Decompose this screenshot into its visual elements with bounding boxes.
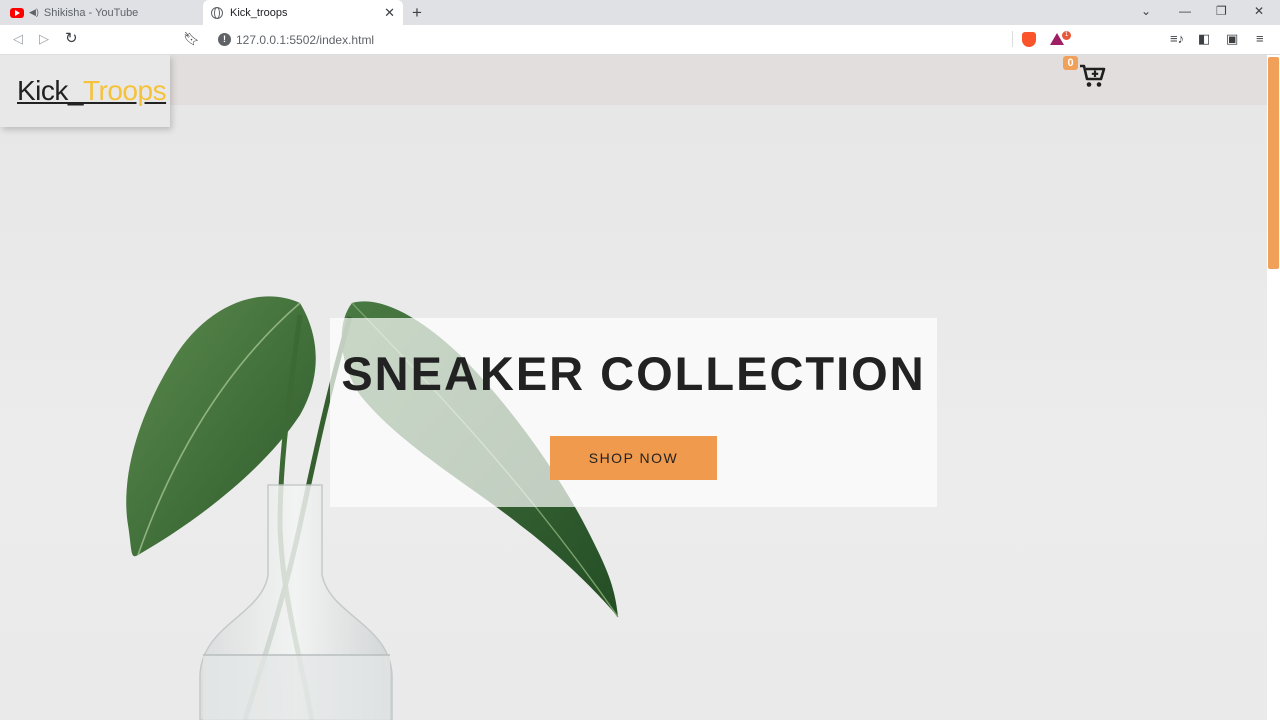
scrollbar-thumb[interactable] [1268, 57, 1279, 269]
restore-icon[interactable]: ❐ [1216, 4, 1227, 18]
tab-bar: ◀) Shikisha - YouTube Kick_troops ✕ + ⌄ … [0, 0, 1280, 25]
youtube-icon [10, 7, 24, 18]
tab-title: Shikisha - YouTube [43, 6, 139, 19]
divider [1012, 31, 1013, 47]
hero-card: SNEAKER COLLECTION SHOP NOW [330, 318, 937, 507]
minimize-icon[interactable]: — [1179, 4, 1191, 18]
page-content: Kick_Troops 0 SNEAKER COLLECTION SHOP NO… [0, 55, 1267, 720]
forward-icon[interactable]: ▷ [39, 31, 49, 47]
bat-badge: 1 [1062, 31, 1071, 40]
close-icon[interactable]: ✕ [384, 5, 395, 21]
chevron-down-icon[interactable]: ⌄ [1141, 4, 1151, 18]
shop-now-button[interactable]: SHOP NOW [550, 436, 717, 480]
reload-icon[interactable]: ↻ [65, 29, 78, 47]
tab-title: Kick_troops [230, 6, 288, 19]
tab-youtube[interactable]: ◀) Shikisha - YouTube [0, 0, 200, 25]
globe-icon [211, 6, 223, 19]
window-close-icon[interactable]: ✕ [1254, 4, 1264, 18]
browser-toolbar: ◁ ▷ ↻ 🔖︎ ! 127.0.0.1:5502/index.html [0, 25, 1280, 55]
speaker-icon[interactable]: ◀) [29, 7, 39, 18]
logo-text-accent: Troops [82, 75, 167, 106]
back-icon[interactable]: ◁ [13, 31, 23, 47]
url-text[interactable]: 127.0.0.1:5502/index.html [236, 33, 374, 47]
page-scrollbar[interactable] [1267, 55, 1280, 720]
playlist-icon[interactable]: ≡♪ [1170, 31, 1184, 46]
logo-text-primary: Kick_ [17, 75, 83, 106]
hero-title: SNEAKER COLLECTION [341, 347, 926, 400]
bookmark-icon[interactable]: 🔖︎ [183, 31, 200, 47]
tab-kick-troops[interactable]: Kick_troops ✕ [203, 0, 403, 25]
brave-icon[interactable] [1022, 32, 1036, 47]
logo-card: Kick_Troops [0, 55, 170, 127]
menu-icon[interactable]: ≡ [1256, 31, 1264, 46]
site-logo[interactable]: Kick_Troops [17, 75, 167, 107]
sidebar-icon[interactable]: ◧ [1198, 31, 1210, 47]
cart-count-badge: 0 [1063, 56, 1078, 70]
plus-icon[interactable]: + [412, 3, 422, 23]
address-bar[interactable]: ! 127.0.0.1:5502/index.html [208, 28, 1048, 52]
info-icon[interactable]: ! [218, 33, 231, 46]
cart-plus-icon[interactable] [1078, 63, 1106, 89]
wallet-icon[interactable]: ▣ [1226, 31, 1238, 47]
